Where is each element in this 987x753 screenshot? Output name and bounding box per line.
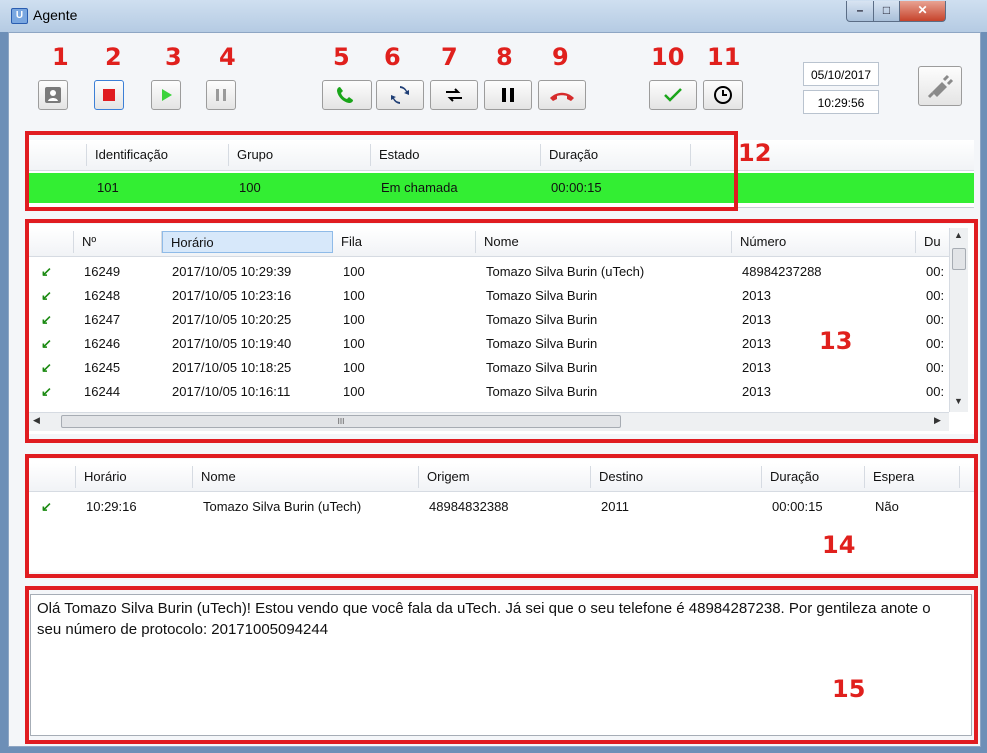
- label-9: 9: [552, 43, 569, 71]
- app-icon: U: [11, 8, 28, 24]
- highlight-12: [25, 131, 738, 211]
- play-button[interactable]: [151, 80, 181, 110]
- label-12: 12: [738, 139, 772, 167]
- confirm-button[interactable]: [649, 80, 697, 110]
- transfer-cycle-button[interactable]: [376, 80, 424, 110]
- pause-icon: [216, 89, 226, 101]
- highlight-14: [25, 454, 978, 578]
- label-14: 14: [822, 531, 856, 559]
- clock-button[interactable]: [703, 80, 743, 110]
- agent-button[interactable]: [38, 80, 68, 110]
- answer-call-button[interactable]: [322, 80, 372, 110]
- label-6: 6: [384, 43, 401, 71]
- hold-icon: [502, 88, 514, 102]
- pause-button[interactable]: [206, 80, 236, 110]
- maximize-button[interactable]: □: [873, 1, 900, 22]
- highlight-15: [25, 586, 978, 744]
- label-15: 15: [832, 675, 866, 703]
- label-13: 13: [819, 327, 853, 355]
- swap-arrows-icon: [446, 88, 462, 102]
- play-icon: [162, 89, 172, 101]
- phone-hangup-icon: [550, 92, 574, 101]
- phone-answer-icon: [337, 87, 353, 103]
- label-8: 8: [496, 43, 513, 71]
- plug-icon: [927, 74, 954, 99]
- label-5: 5: [333, 43, 350, 71]
- label-10: 10: [651, 43, 685, 71]
- time-display: 10:29:56: [803, 90, 879, 114]
- close-button[interactable]: ✕: [899, 1, 946, 22]
- date-display: 05/10/2017: [803, 62, 879, 86]
- window-title: Agente: [33, 7, 78, 23]
- title-bar[interactable]: [0, 0, 987, 32]
- user-icon: [45, 87, 61, 103]
- check-icon: [664, 88, 682, 102]
- label-11: 11: [707, 43, 741, 71]
- label-3: 3: [165, 43, 182, 71]
- stop-button[interactable]: [94, 80, 124, 110]
- stop-icon: [103, 89, 115, 101]
- hold-button[interactable]: [484, 80, 532, 110]
- minimize-button[interactable]: –: [846, 1, 874, 22]
- clock-icon: [714, 86, 732, 104]
- transfer-button[interactable]: [430, 80, 478, 110]
- label-1: 1: [52, 43, 69, 71]
- label-2: 2: [105, 43, 122, 71]
- refresh-icon: [391, 86, 409, 104]
- label-4: 4: [219, 43, 236, 71]
- label-7: 7: [441, 43, 458, 71]
- connection-button[interactable]: [918, 66, 962, 106]
- hangup-button[interactable]: [538, 80, 586, 110]
